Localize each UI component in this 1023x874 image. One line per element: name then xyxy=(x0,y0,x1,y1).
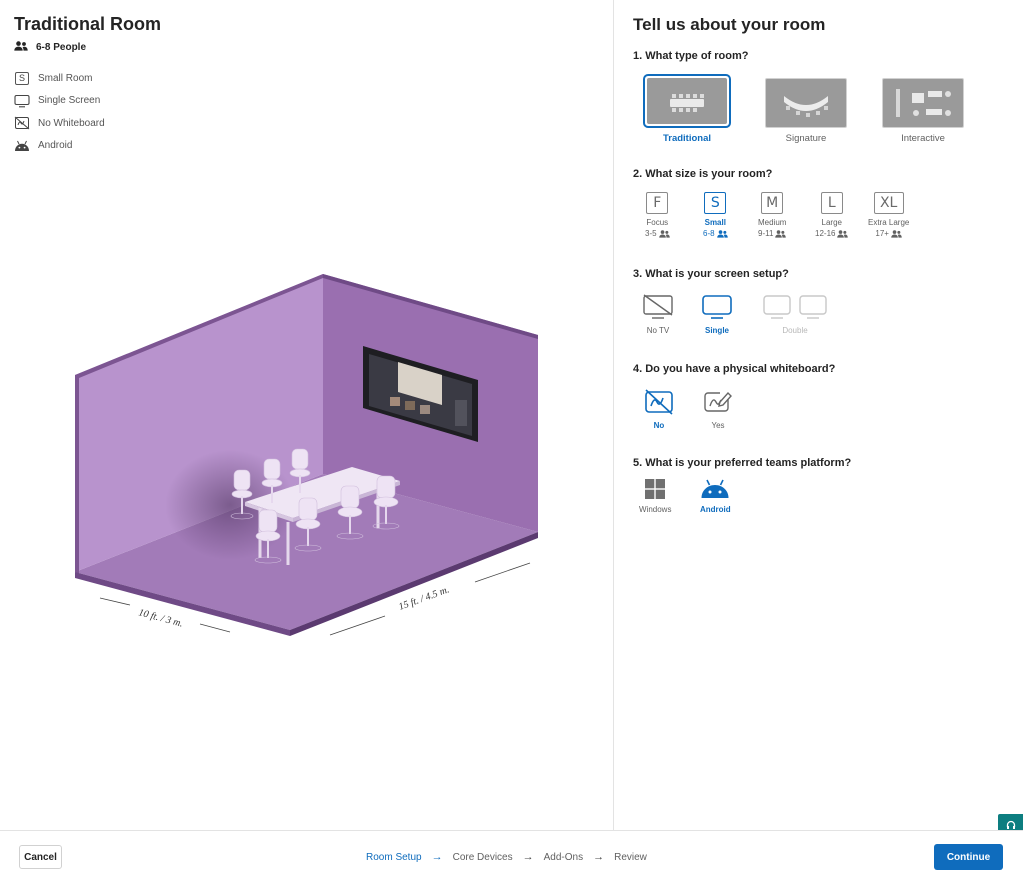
step-core-devices[interactable]: Core Devices xyxy=(453,852,513,863)
wizard-steps: Room Setup → Core Devices → Add-Ons → Re… xyxy=(366,851,647,863)
room-form-panel: Tell us about your room 1. What type of … xyxy=(615,0,1023,830)
whiteboard-icon xyxy=(704,391,732,412)
people-icon xyxy=(14,41,28,54)
size-l-icon: L xyxy=(820,192,843,214)
size-s-icon: S xyxy=(14,71,30,85)
size-s-icon: S xyxy=(704,192,727,214)
room-type-label: Interactive xyxy=(901,133,945,144)
people-icon xyxy=(775,229,787,238)
question-screen-setup: 3. What is your screen setup? xyxy=(633,268,789,280)
size-m-icon: M xyxy=(761,192,784,214)
spec-screen: Single Screen xyxy=(14,90,105,113)
room-type-interactive[interactable]: Interactive xyxy=(882,78,964,144)
whiteboard-option-no[interactable]: No xyxy=(644,389,674,430)
platform-option-android[interactable]: Android xyxy=(700,479,731,514)
arrow-right-icon: → xyxy=(593,851,605,863)
continue-button[interactable]: Continue xyxy=(934,844,1003,870)
people-icon xyxy=(716,229,728,238)
form-title: Tell us about your room xyxy=(633,15,826,34)
spec-label: No Whiteboard xyxy=(38,117,105,129)
room-illustration: 10 ft. / 3 m. 15 ft. / 4.5 m. xyxy=(75,274,538,636)
spec-whiteboard: No Whiteboard xyxy=(14,112,105,135)
room-type-signature[interactable]: Signature xyxy=(765,78,847,144)
room-type-traditional[interactable]: Traditional xyxy=(643,74,731,144)
size-f-icon: F xyxy=(646,192,669,214)
people-label: 6-8 People xyxy=(36,42,87,53)
monitor-icon xyxy=(14,94,30,108)
size-option-extra-large[interactable]: XL Extra Large 17+ xyxy=(868,192,909,238)
whiteboard-option-yes[interactable]: Yes xyxy=(703,389,733,430)
question-room-size: 2. What size is your room? xyxy=(633,168,773,180)
room-summary-panel: Traditional Room 6-8 People S Small Room… xyxy=(0,0,614,830)
double-screen-icon xyxy=(763,295,827,319)
step-review[interactable]: Review xyxy=(614,852,647,863)
question-platform: 5. What is your preferred teams platform… xyxy=(633,457,852,469)
room-type-label: Traditional xyxy=(662,133,712,144)
headset-icon xyxy=(1006,820,1015,829)
no-whiteboard-icon xyxy=(14,116,30,130)
size-option-focus[interactable]: F Focus 3-5 xyxy=(645,192,670,238)
spec-label: Small Room xyxy=(38,72,93,84)
android-icon xyxy=(14,139,30,153)
step-add-ons[interactable]: Add-Ons xyxy=(544,852,583,863)
spec-platform: Android xyxy=(14,135,105,158)
question-room-type: 1. What type of room? xyxy=(633,50,749,62)
interactive-room-thumbnail-icon xyxy=(896,89,951,117)
size-option-large[interactable]: L Large 12-16 xyxy=(815,192,849,238)
help-tab[interactable] xyxy=(998,814,1023,830)
size-option-medium[interactable]: M Medium 9-11 xyxy=(758,192,786,238)
size-xl-icon: XL xyxy=(873,192,904,214)
arrow-right-icon: → xyxy=(431,851,443,863)
arrow-right-icon: → xyxy=(522,851,534,863)
size-option-small[interactable]: S Small 6-8 xyxy=(703,192,728,238)
wizard-footer: Cancel Room Setup → Core Devices → Add-O… xyxy=(0,830,1023,874)
screen-option-no-tv[interactable]: No TV xyxy=(642,294,674,335)
question-whiteboard: 4. Do you have a physical whiteboard? xyxy=(633,363,836,375)
screen-option-single[interactable]: Single xyxy=(701,294,733,335)
cancel-button[interactable]: Cancel xyxy=(19,845,62,869)
people-icon xyxy=(658,229,670,238)
signature-room-thumbnail-icon xyxy=(784,96,828,117)
traditional-room-thumbnail-icon xyxy=(670,94,704,112)
platform-option-windows[interactable]: Windows xyxy=(639,479,671,514)
no-whiteboard-icon xyxy=(645,389,673,415)
spec-room-size: S Small Room xyxy=(14,67,105,90)
spec-label: Android xyxy=(38,140,73,152)
single-screen-icon xyxy=(702,295,732,319)
room-width-label: 10 ft. / 3 m. xyxy=(137,607,184,629)
people-count: 6-8 People xyxy=(14,41,86,54)
screen-option-double[interactable]: Double xyxy=(762,294,828,335)
android-icon xyxy=(701,479,729,498)
step-room-setup[interactable]: Room Setup xyxy=(366,852,422,863)
people-icon xyxy=(891,229,902,238)
people-icon xyxy=(837,229,849,238)
room-spec-list: S Small Room Single Screen No Whiteboard… xyxy=(14,67,105,157)
room-title: Traditional Room xyxy=(14,14,162,34)
windows-icon xyxy=(645,479,666,499)
spec-label: Single Screen xyxy=(38,95,101,107)
room-type-label: Signature xyxy=(785,133,827,144)
no-tv-icon xyxy=(643,294,673,319)
